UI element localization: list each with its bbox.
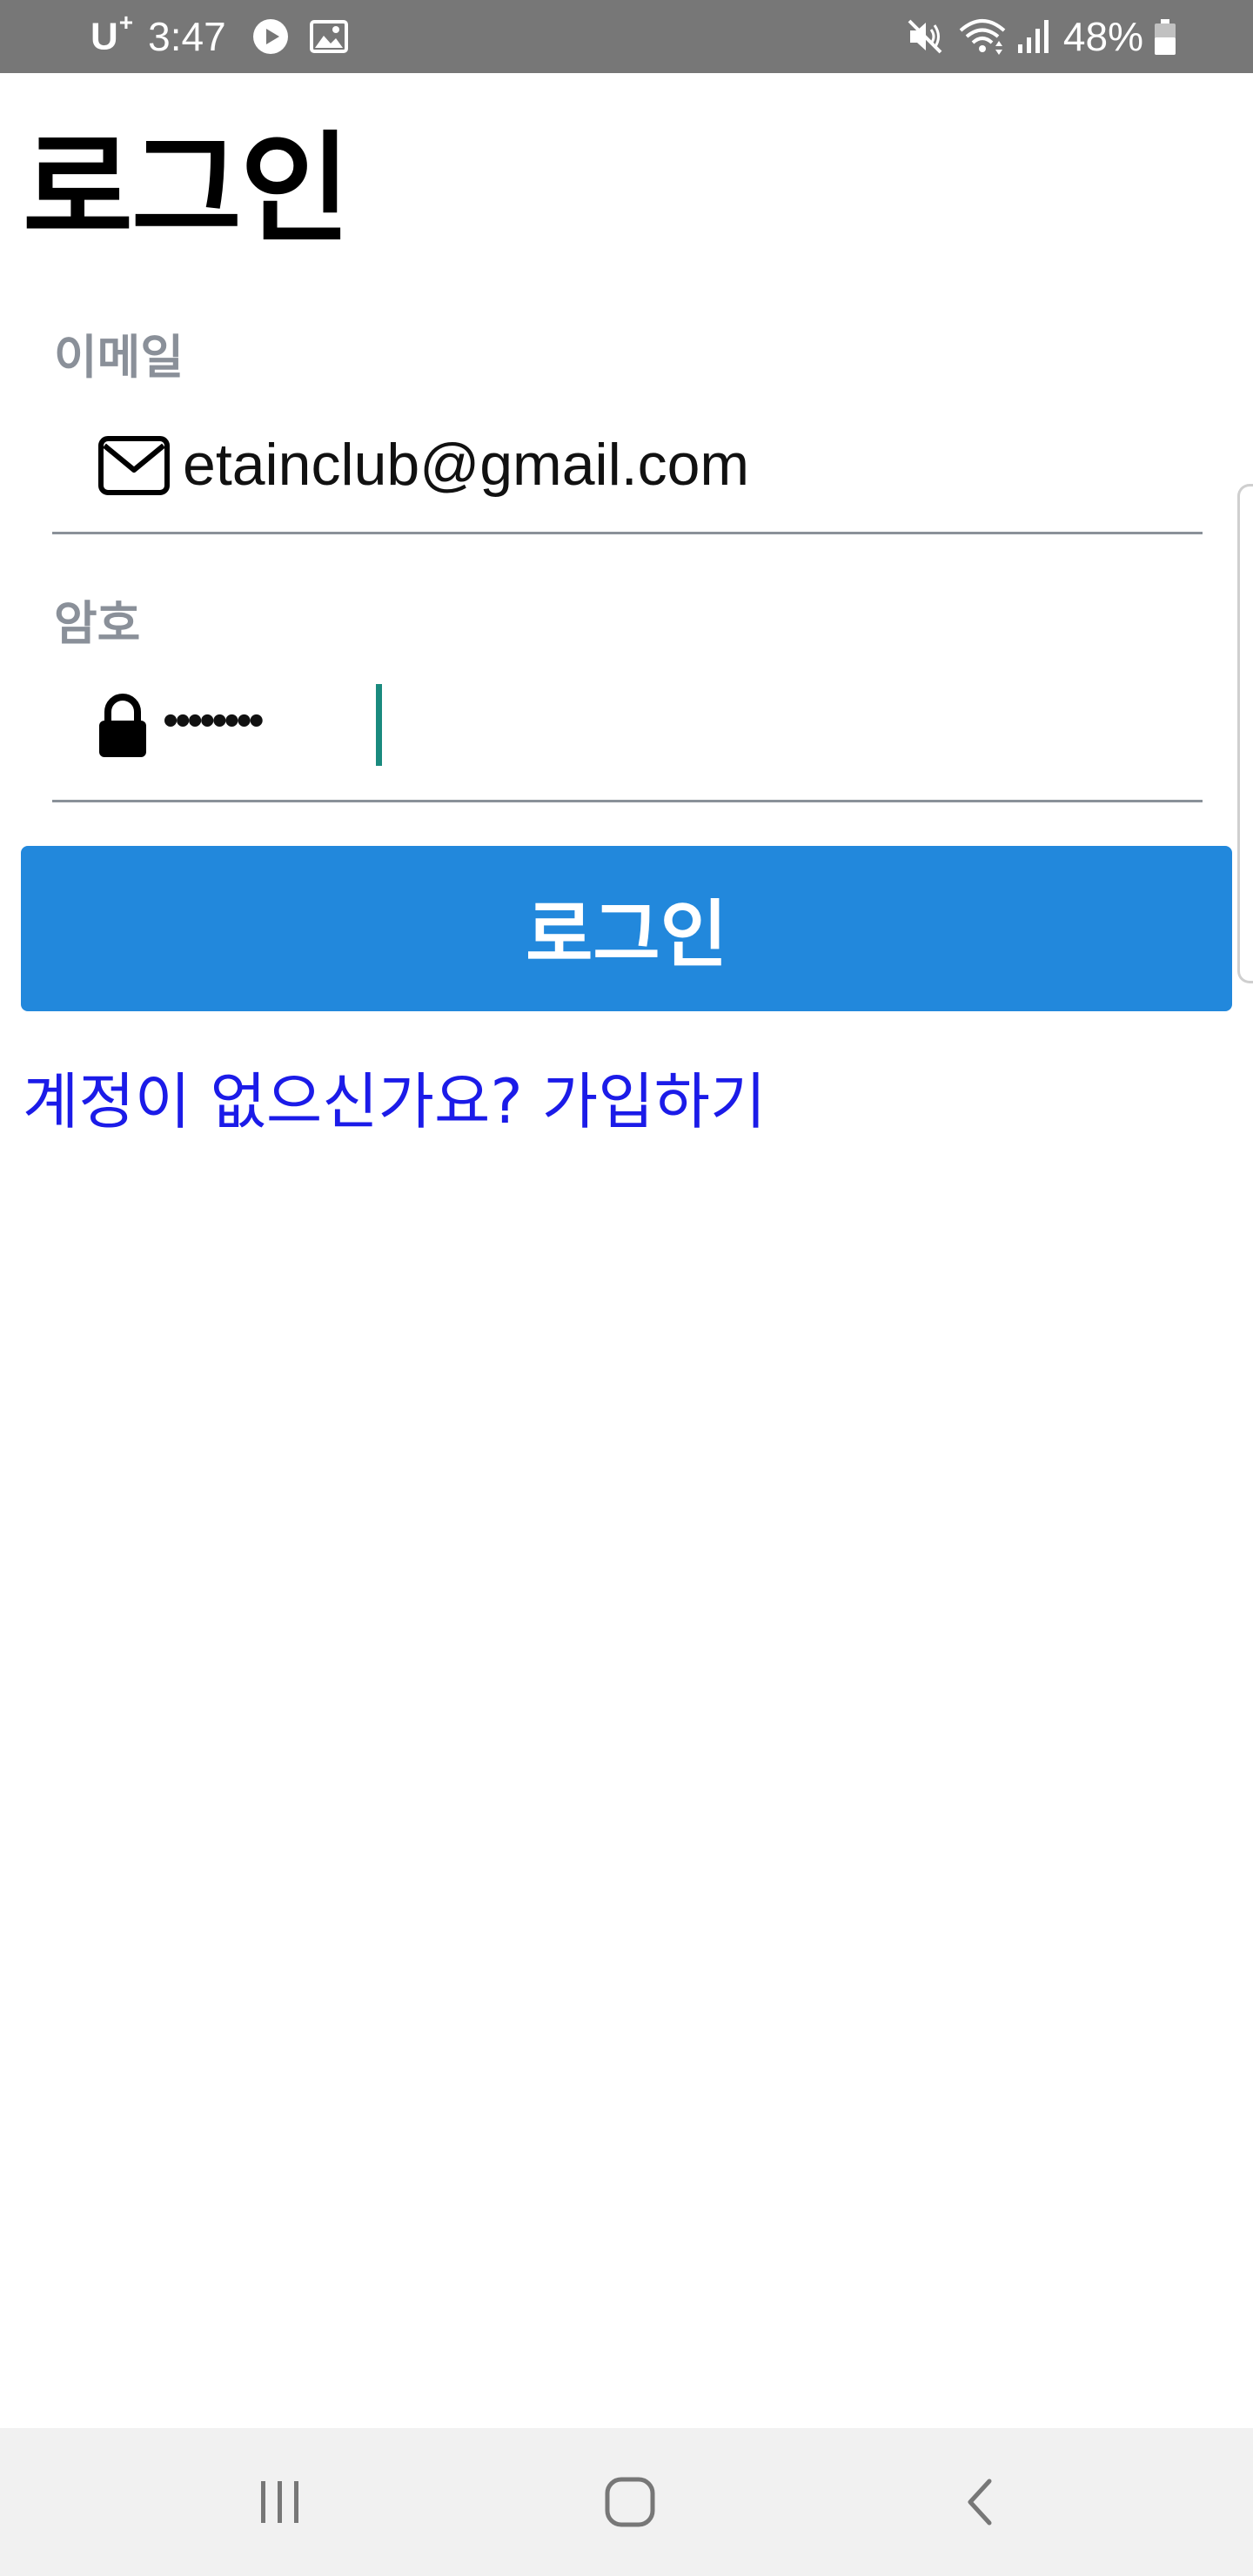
signup-link[interactable]: 계정이 없으신가요? 가입하기: [23, 1060, 766, 1144]
status-time: 3:47: [148, 14, 226, 59]
email-field[interactable]: etainclub@gmail.com: [52, 404, 1203, 534]
carrier-plus: +: [118, 9, 135, 37]
carrier-name: U: [90, 15, 119, 58]
lock-icon: [99, 694, 146, 757]
status-bar-right: 48%: [905, 0, 1178, 73]
password-field[interactable]: ••••••••: [52, 672, 1203, 802]
home-icon: [605, 2477, 655, 2527]
signal-icon: [1017, 20, 1049, 53]
back-icon: [968, 2479, 992, 2526]
carrier-label: U+: [90, 9, 134, 59]
login-button[interactable]: 로그인: [21, 846, 1232, 1011]
status-bar: U+ 3:47 48%: [0, 0, 1253, 73]
password-value: ••••••••: [160, 702, 267, 742]
battery-percent: 48%: [1062, 14, 1143, 59]
recents-button[interactable]: [211, 2428, 350, 2576]
home-button[interactable]: [560, 2428, 700, 2576]
battery-icon: [1155, 19, 1176, 55]
email-value: etainclub@gmail.com: [183, 432, 750, 498]
play-icon: [252, 19, 288, 54]
text-cursor: [376, 684, 382, 766]
wifi-icon: [959, 19, 1006, 55]
back-button[interactable]: [910, 2428, 1049, 2576]
mute-icon: [908, 19, 942, 54]
navigation-bar: [0, 2428, 1253, 2576]
recents-icon: [261, 2481, 298, 2523]
status-bar-left: U+ 3:47: [90, 0, 348, 73]
email-label: 이메일: [54, 330, 184, 385]
edge-panel-handle[interactable]: [1237, 484, 1253, 983]
mail-icon: [98, 436, 170, 495]
password-label: 암호: [54, 596, 141, 651]
page-title: 로그인: [23, 119, 351, 259]
gallery-icon: [309, 20, 348, 53]
